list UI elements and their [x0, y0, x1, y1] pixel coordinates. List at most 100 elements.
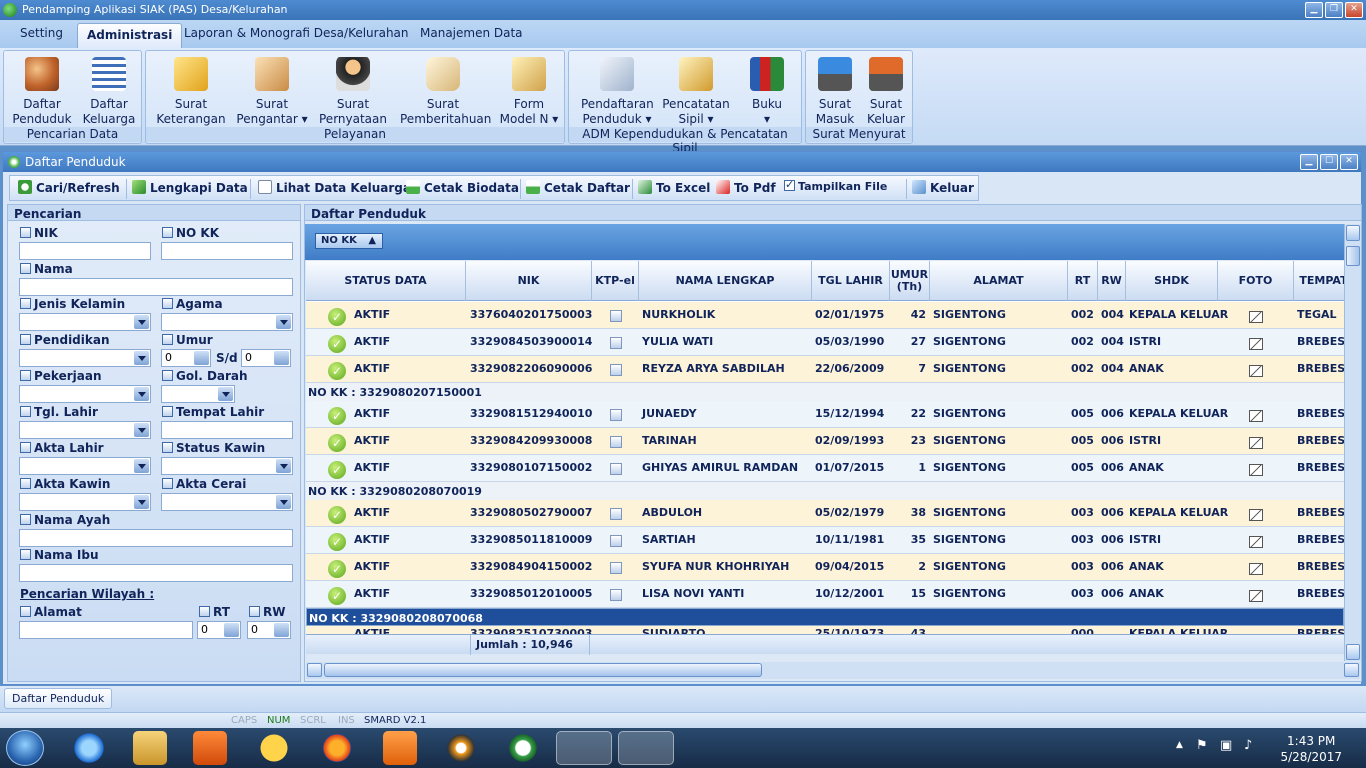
surat-masuk-button[interactable]: Surat Masuk — [812, 53, 858, 127]
scroll-left-icon[interactable] — [307, 663, 322, 677]
chevron-down-icon[interactable] — [218, 387, 233, 401]
akta-kawin-select[interactable] — [19, 493, 151, 511]
volume-icon[interactable]: ♪ — [1244, 738, 1252, 753]
explorer-icon[interactable] — [133, 731, 167, 765]
tab-setting[interactable]: Setting — [20, 26, 63, 40]
table-row[interactable]: AKTIF 3329082510730003 SUDIARTO 25/10/1973 0… — [306, 626, 1344, 634]
h-scroll-thumb[interactable] — [324, 663, 762, 677]
table-row[interactable]: ✓ AKTIF 3329080502790007 ABDULOH 05/02/1979 3… — [306, 500, 1344, 527]
daftar-penduduk-button[interactable]: Daftar Penduduk — [12, 53, 72, 127]
umur-to-spinner[interactable]: 0 — [241, 349, 291, 367]
close-button[interactable]: ✕ — [1345, 2, 1363, 18]
table-row[interactable]: ✓ AKTIF 3329082206090006 REYZA ARYA SABDILA… — [306, 356, 1344, 383]
akta-cerai-select[interactable] — [161, 493, 293, 511]
media-player-icon[interactable] — [193, 731, 227, 765]
lihat-data-keluarga-button[interactable]: Lihat Data Keluarga — [258, 180, 411, 195]
pendaftaran-penduduk-button[interactable]: Pendaftaran Penduduk ▾ — [581, 53, 654, 127]
tempat-lahir-checkbox[interactable]: Tempat Lahir — [162, 405, 264, 419]
chevron-down-icon[interactable] — [134, 423, 149, 437]
tab-laporan[interactable]: Laporan & Monografi Desa/Kelurahan — [184, 26, 409, 40]
tab-administrasi[interactable]: Administrasi — [77, 23, 183, 48]
taskbar-siak-app[interactable] — [618, 731, 674, 765]
ktp-el-checkbox[interactable] — [610, 310, 622, 322]
photo-icon[interactable] — [1249, 464, 1263, 476]
clock[interactable]: 1:43 PM 5/28/2017 — [1280, 733, 1342, 765]
photo-icon[interactable] — [1249, 536, 1263, 548]
nama-input[interactable] — [19, 278, 293, 296]
jenis-kelamin-checkbox[interactable]: Jenis Kelamin — [20, 297, 125, 311]
akta-lahir-checkbox[interactable]: Akta Lahir — [20, 441, 104, 455]
scroll-thumb[interactable] — [1346, 246, 1360, 266]
uc-browser-icon[interactable] — [383, 731, 417, 765]
column-header[interactable]: RT — [1068, 261, 1098, 301]
nokk-checkbox[interactable]: NO KK — [162, 226, 219, 240]
ktp-el-checkbox[interactable] — [610, 589, 622, 601]
akta-cerai-checkbox[interactable]: Akta Cerai — [162, 477, 246, 491]
table-row[interactable]: ✓ AKTIF 3376040201750003 NURKHOLIK 02/01/197… — [306, 302, 1344, 329]
photo-icon[interactable] — [1249, 590, 1263, 602]
to-pdf-button[interactable]: To Pdf — [716, 180, 776, 195]
inner-minimize-button[interactable]: ▁ — [1300, 154, 1318, 170]
rt-checkbox[interactable]: RT — [199, 605, 230, 619]
photo-icon[interactable] — [1249, 311, 1263, 323]
cetak-biodata-button[interactable]: Cetak Biodata — [406, 180, 519, 195]
nama-checkbox[interactable]: Nama — [20, 262, 73, 276]
lengkapi-data-button[interactable]: Lengkapi Data — [132, 180, 248, 195]
photo-icon[interactable] — [1249, 338, 1263, 350]
to-excel-button[interactable]: To Excel — [638, 180, 710, 195]
chevron-down-icon[interactable] — [134, 315, 149, 329]
surat-pemberitahuan-button[interactable]: Surat Pemberitahuan — [400, 53, 491, 127]
group-row[interactable]: NO KK : 3329080207150001 — [306, 383, 1344, 401]
photo-icon[interactable] — [1249, 509, 1263, 521]
vertical-scrollbar[interactable] — [1344, 224, 1361, 661]
keluar-button[interactable]: Keluar — [912, 180, 974, 195]
buku-button[interactable]: Buku ▾ — [741, 53, 793, 127]
group-row[interactable]: NO KK : 3329080208070019 — [306, 482, 1344, 500]
rt-spinner[interactable]: 0 — [197, 621, 241, 639]
chevron-down-icon[interactable] — [134, 459, 149, 473]
alamat-input[interactable] — [19, 621, 193, 639]
agama-select[interactable] — [161, 313, 293, 331]
jenis-kelamin-select[interactable] — [19, 313, 151, 331]
inner-maximize-button[interactable]: ☐ — [1320, 154, 1338, 170]
umur-checkbox[interactable]: Umur — [162, 333, 213, 347]
ktp-el-checkbox[interactable] — [610, 337, 622, 349]
pekerjaan-select[interactable] — [19, 385, 151, 403]
mf-icon[interactable] — [257, 731, 291, 765]
column-header[interactable]: NIK — [466, 261, 592, 301]
photo-icon[interactable] — [1249, 365, 1263, 377]
group-row[interactable]: NO KK : 3329080208070068 — [306, 608, 1344, 626]
rw-checkbox[interactable]: RW — [249, 605, 285, 619]
surat-pengantar-button[interactable]: Surat Pengantar ▾ — [236, 53, 308, 127]
ie-icon[interactable] — [72, 731, 106, 765]
taskbar-window-1[interactable] — [556, 731, 612, 765]
column-header[interactable]: UMUR (Th) — [890, 261, 930, 301]
akta-lahir-select[interactable] — [19, 457, 151, 475]
agama-checkbox[interactable]: Agama — [162, 297, 223, 311]
tray-expand-icon[interactable]: ▲ — [1176, 740, 1183, 750]
photo-icon[interactable] — [1249, 437, 1263, 449]
column-header[interactable]: RW — [1098, 261, 1126, 301]
group-chip-nokk[interactable]: NO KK ▲ — [315, 233, 383, 249]
nama-ibu-input[interactable] — [19, 564, 293, 582]
ktp-el-checkbox[interactable] — [610, 436, 622, 448]
mdi-tab-daftar-penduduk[interactable]: Daftar Penduduk — [4, 688, 113, 709]
ktp-el-checkbox[interactable] — [610, 364, 622, 376]
flag-icon[interactable]: ⚑ — [1196, 738, 1208, 753]
ktp-el-checkbox[interactable] — [610, 562, 622, 574]
table-row[interactable]: ✓ AKTIF 3329085012010005 LISA NOVI YANTI 10/… — [306, 581, 1344, 608]
column-header[interactable]: KTP-el — [592, 261, 639, 301]
start-button[interactable] — [6, 730, 44, 766]
tampilkan-file-checkbox[interactable]: Tampilkan File — [784, 178, 887, 193]
column-header[interactable]: SHDK — [1126, 261, 1218, 301]
table-row[interactable]: ✓ AKTIF 3329080107150002 GHIYAS AMIRUL RAMD… — [306, 455, 1344, 482]
tab-manajemen-data[interactable]: Manajemen Data — [420, 26, 523, 40]
gol-darah-select[interactable] — [161, 385, 235, 403]
table-row[interactable]: ✓ AKTIF 3329084209930008 TARINAH 02/09/1993 2… — [306, 428, 1344, 455]
cetak-daftar-button[interactable]: Cetak Daftar — [526, 180, 630, 195]
umur-from-spinner[interactable]: 0 — [161, 349, 211, 367]
table-row[interactable]: ✓ AKTIF 3329085011810009 SARTIAH 10/11/1981 3… — [306, 527, 1344, 554]
chevron-down-icon[interactable] — [134, 387, 149, 401]
nama-ibu-checkbox[interactable]: Nama Ibu — [20, 548, 99, 562]
chevron-down-icon[interactable] — [134, 495, 149, 509]
